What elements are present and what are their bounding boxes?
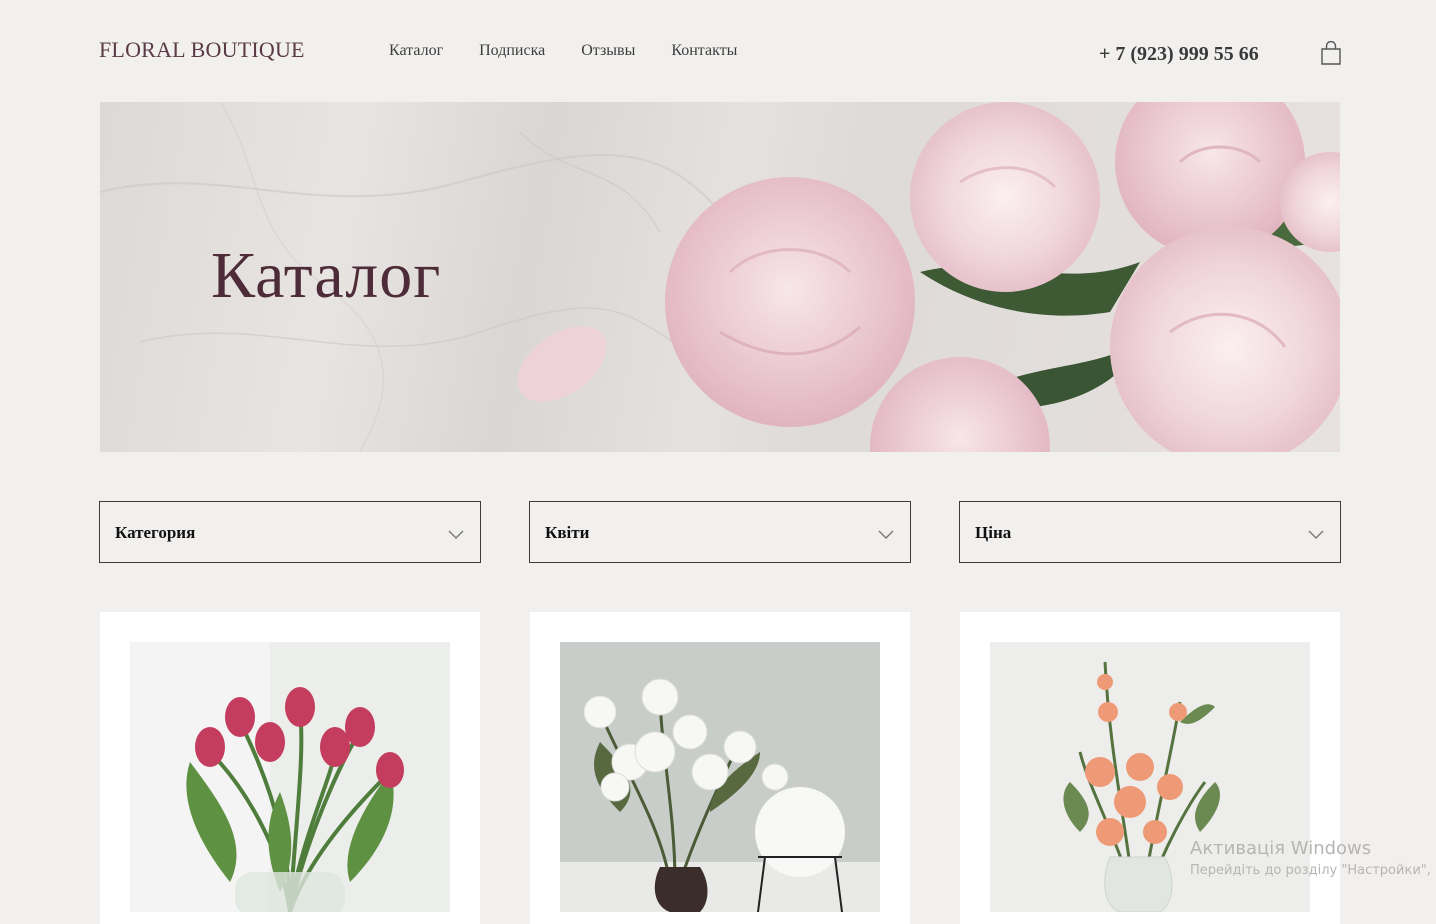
category-filter-label: Категория [115, 523, 196, 542]
phone-number[interactable]: + 7 (923) 999 55 66 [1099, 43, 1259, 66]
product-image-tulips[interactable] [130, 642, 450, 912]
nav-link-reviews[interactable]: Отзывы [581, 42, 635, 60]
shopping-bag-icon[interactable] [1320, 41, 1342, 65]
main-nav: Каталог Подписка Отзывы Контакты [389, 42, 737, 60]
flowers-filter-label: Квіти [545, 523, 590, 542]
windows-activation-watermark: Активація Windows Перейдіть до розділу "… [1190, 838, 1431, 878]
page-title: Каталог [211, 239, 442, 312]
chevron-down-icon [878, 530, 894, 539]
product-card[interactable] [100, 612, 480, 924]
category-filter-select[interactable]: Категория [99, 501, 481, 563]
product-card[interactable] [530, 612, 910, 924]
price-filter-select[interactable]: Ціна [959, 501, 1341, 563]
flowers-filter-select[interactable]: Квіти [529, 501, 911, 563]
site-logo[interactable]: FLORAL BOUTIQUE [99, 37, 305, 63]
nav-link-subscription[interactable]: Подписка [479, 42, 545, 60]
chevron-down-icon [1308, 530, 1324, 539]
site-header: FLORAL BOUTIQUE Каталог Подписка Отзывы … [0, 0, 1436, 100]
product-image-peonies[interactable] [560, 642, 880, 912]
watermark-title: Активація Windows [1190, 838, 1372, 859]
filter-bar: Категория Квіти Ціна [99, 501, 1341, 563]
watermark-subtitle: Перейдіть до розділу "Настройки", [1190, 863, 1431, 878]
hero-banner: Каталог [100, 102, 1340, 452]
nav-link-catalog[interactable]: Каталог [389, 42, 443, 60]
nav-link-contacts[interactable]: Контакты [671, 42, 737, 60]
chevron-down-icon [448, 530, 464, 539]
price-filter-label: Ціна [975, 523, 1012, 542]
